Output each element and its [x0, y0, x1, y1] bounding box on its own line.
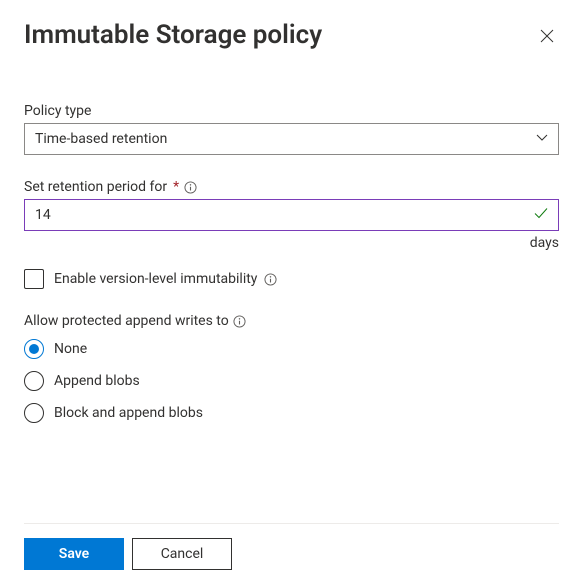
append-writes-label-row: Allow protected append writes to [24, 313, 559, 329]
append-writes-radio-group: None Append blobs Block and append blobs [24, 339, 559, 423]
close-button[interactable] [535, 24, 559, 48]
panel-body: Policy type Set retention period for * [24, 103, 559, 523]
retention-input[interactable] [24, 199, 559, 231]
info-icon[interactable] [183, 180, 197, 194]
version-level-row: Enable version-level immutability [24, 269, 559, 289]
close-icon [539, 28, 555, 44]
save-button[interactable]: Save [24, 538, 124, 570]
radio-block-append-label: Block and append blobs [54, 405, 203, 421]
required-asterisk: * [173, 179, 179, 195]
radio-row-append: Append blobs [24, 371, 559, 391]
policy-type-label: Policy type [24, 103, 559, 119]
radio-append[interactable] [24, 371, 44, 391]
info-icon[interactable] [233, 314, 247, 328]
radio-none[interactable] [24, 339, 44, 359]
retention-label-row: Set retention period for * [24, 179, 559, 195]
retention-unit: days [24, 235, 559, 251]
policy-type-select[interactable] [24, 123, 559, 155]
retention-input-wrap [24, 199, 559, 231]
panel-header: Immutable Storage policy [24, 20, 559, 51]
cancel-button[interactable]: Cancel [132, 538, 232, 570]
policy-type-select-wrap [24, 123, 559, 155]
radio-row-none: None [24, 339, 559, 359]
panel-footer: Save Cancel [24, 523, 559, 570]
radio-none-label: None [54, 341, 87, 357]
version-level-label-wrap: Enable version-level immutability [54, 271, 277, 287]
info-icon[interactable] [263, 272, 277, 286]
version-level-label: Enable version-level immutability [54, 271, 257, 287]
radio-append-label: Append blobs [54, 373, 140, 389]
version-level-checkbox[interactable] [24, 269, 44, 289]
append-writes-label: Allow protected append writes to [24, 313, 229, 329]
radio-block-append[interactable] [24, 403, 44, 423]
radio-row-block-append: Block and append blobs [24, 403, 559, 423]
retention-label: Set retention period for [24, 179, 167, 195]
immutable-storage-policy-panel: Immutable Storage policy Policy type Set… [0, 0, 583, 586]
panel-title: Immutable Storage policy [24, 20, 322, 51]
